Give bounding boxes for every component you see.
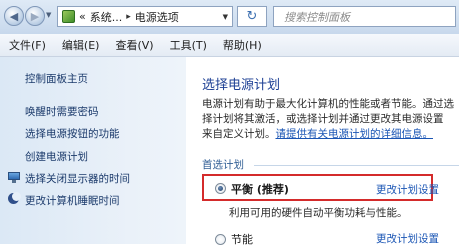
- sidebar-item-create-plan[interactable]: 创建电源计划: [25, 149, 88, 164]
- search-input[interactable]: 搜索控制面板: [273, 6, 456, 27]
- chevron-down-icon[interactable]: ▼: [223, 13, 228, 21]
- main-content: 选择电源计划 电源计划有助于最大化计算机的性能或者节能。通过选 择计划将其激活，…: [186, 57, 459, 247]
- menu-file[interactable]: 文件(F): [0, 37, 54, 53]
- plan-balanced-description: 利用可用的硬件自动平衡功耗与性能。: [229, 207, 408, 219]
- plan-power-saver-label[interactable]: 节能: [231, 231, 253, 247]
- breadcrumb-prefix[interactable]: «: [79, 10, 86, 23]
- sidebar-item-sleep-time[interactable]: 更改计算机睡眠时间: [25, 193, 120, 208]
- plan-balanced-change-settings-link[interactable]: 更改计划设置: [376, 182, 439, 197]
- search-placeholder: 搜索控制面板: [284, 10, 350, 24]
- arrow-right-icon: ▶: [30, 9, 40, 23]
- sidebar-item-wake-password[interactable]: 唤醒时需要密码: [25, 104, 99, 119]
- description-line: 择计划将其激活，或选择计划并通过更改其电源设置: [202, 113, 444, 125]
- plan-power-saver-radio[interactable]: [215, 234, 226, 245]
- refresh-icon: ↻: [246, 9, 258, 24]
- recent-pages-chevron-icon[interactable]: ▼: [46, 11, 51, 19]
- description-text: 来自定义计划。: [202, 128, 276, 140]
- power-plan-info-link[interactable]: 请提供有关电源计划的详细信息。: [276, 128, 434, 140]
- sidebar-item-power-buttons[interactable]: 选择电源按钮的功能: [25, 126, 120, 141]
- breadcrumb-item-power-options[interactable]: 电源选项: [135, 9, 179, 25]
- plan-balanced-label[interactable]: 平衡 (推荐): [231, 181, 289, 197]
- moon-icon: [8, 192, 21, 204]
- arrow-left-icon: ◀: [9, 9, 19, 23]
- sidebar-item-display-off[interactable]: 选择关闭显示器的时间: [25, 171, 130, 186]
- breadcrumb-separator-icon[interactable]: ▸: [126, 12, 131, 22]
- sidebar-item-home[interactable]: 控制面板主页: [25, 71, 88, 86]
- monitor-icon: [8, 171, 20, 183]
- description-line: 电源计划有助于最大化计算机的性能或者节能。通过选: [202, 98, 454, 110]
- forward-button[interactable]: ▶: [25, 6, 45, 26]
- refresh-button[interactable]: ↻: [237, 6, 267, 27]
- control-panel-icon: [62, 10, 75, 23]
- description-line: 来自定义计划。请提供有关电源计划的详细信息。: [202, 127, 459, 142]
- plan-balanced-radio[interactable]: [215, 183, 226, 194]
- section-divider: [254, 165, 459, 166]
- page-description: 电源计划有助于最大化计算机的性能或者节能。通过选 择计划将其激活，或选择计划并通…: [202, 97, 459, 142]
- back-button[interactable]: ◀: [4, 6, 24, 26]
- section-title: 首选计划: [202, 159, 244, 171]
- address-bar: ◀ ▶ ▼ « 系统... ▸ 电源选项 ▼ ↻ 搜索控制面板: [0, 0, 459, 35]
- breadcrumb[interactable]: « 系统... ▸ 电源选项 ▼: [57, 6, 233, 27]
- menu-help[interactable]: 帮助(H): [215, 37, 270, 53]
- menu-edit[interactable]: 编辑(E): [54, 37, 108, 53]
- page-title: 选择电源计划: [202, 78, 281, 93]
- menu-view[interactable]: 查看(V): [107, 37, 161, 53]
- sidebar: 控制面板主页 唤醒时需要密码 选择电源按钮的功能 创建电源计划 选择关闭显示器的…: [0, 57, 186, 244]
- breadcrumb-item-system[interactable]: 系统...: [90, 9, 123, 25]
- menu-tools[interactable]: 工具(T): [162, 37, 215, 53]
- menu-bar: 文件(F) 编辑(E) 查看(V) 工具(T) 帮助(H): [0, 34, 459, 57]
